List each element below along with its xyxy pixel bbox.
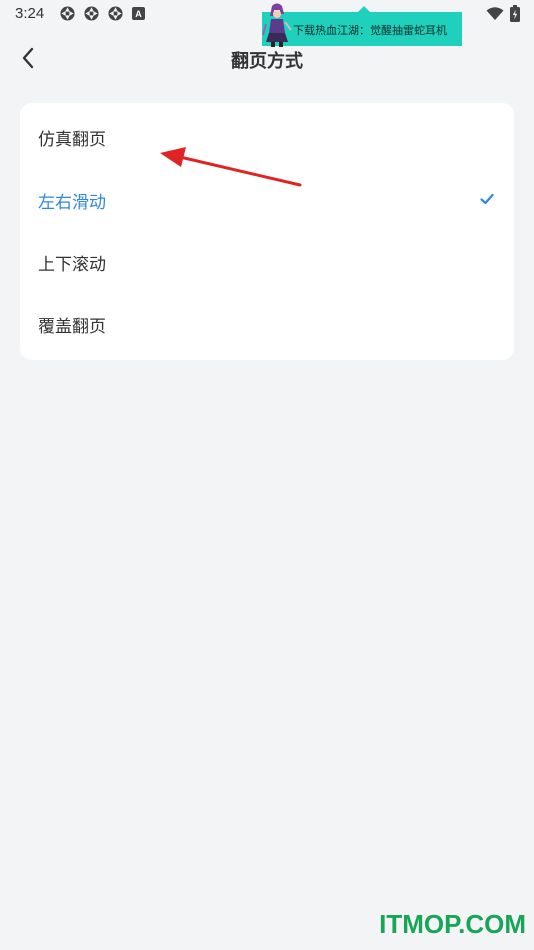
page-turn-options-card: 仿真翻页 左右滑动 上下滚动 覆盖翻页 bbox=[20, 103, 514, 360]
option-horizontal-slide[interactable]: 左右滑动 bbox=[20, 169, 514, 231]
header: 翻页方式 bbox=[0, 36, 534, 80]
option-simulation-page-turn[interactable]: 仿真翻页 bbox=[20, 106, 514, 168]
a-badge-icon: A bbox=[132, 7, 145, 20]
screen: 3:24 A 下载热血江湖：觉醒抽雷蛇耳机 翻页方式 仿真翻页 左右滑动 上下滚… bbox=[0, 0, 534, 950]
checkmark-icon bbox=[480, 193, 494, 205]
system-icons bbox=[486, 5, 520, 22]
option-vertical-scroll[interactable]: 上下滚动 bbox=[20, 231, 514, 293]
site-watermark: ITMOP.COM bbox=[379, 909, 526, 939]
battery-charging-icon bbox=[510, 5, 520, 22]
wifi-icon bbox=[486, 6, 504, 20]
option-cover-page-turn[interactable]: 覆盖翻页 bbox=[20, 293, 514, 355]
option-label: 左右滑动 bbox=[38, 192, 106, 213]
banner-pointer bbox=[358, 6, 370, 12]
status-time: 3:24 bbox=[15, 5, 45, 22]
option-label: 仿真翻页 bbox=[38, 129, 106, 150]
notification-icons: A bbox=[60, 6, 145, 21]
page-title: 翻页方式 bbox=[231, 51, 303, 72]
option-label: 覆盖翻页 bbox=[38, 316, 106, 337]
aperture-icon bbox=[84, 6, 99, 21]
option-label: 上下滚动 bbox=[38, 254, 106, 275]
aperture-icon bbox=[60, 6, 75, 21]
aperture-icon bbox=[108, 6, 123, 21]
